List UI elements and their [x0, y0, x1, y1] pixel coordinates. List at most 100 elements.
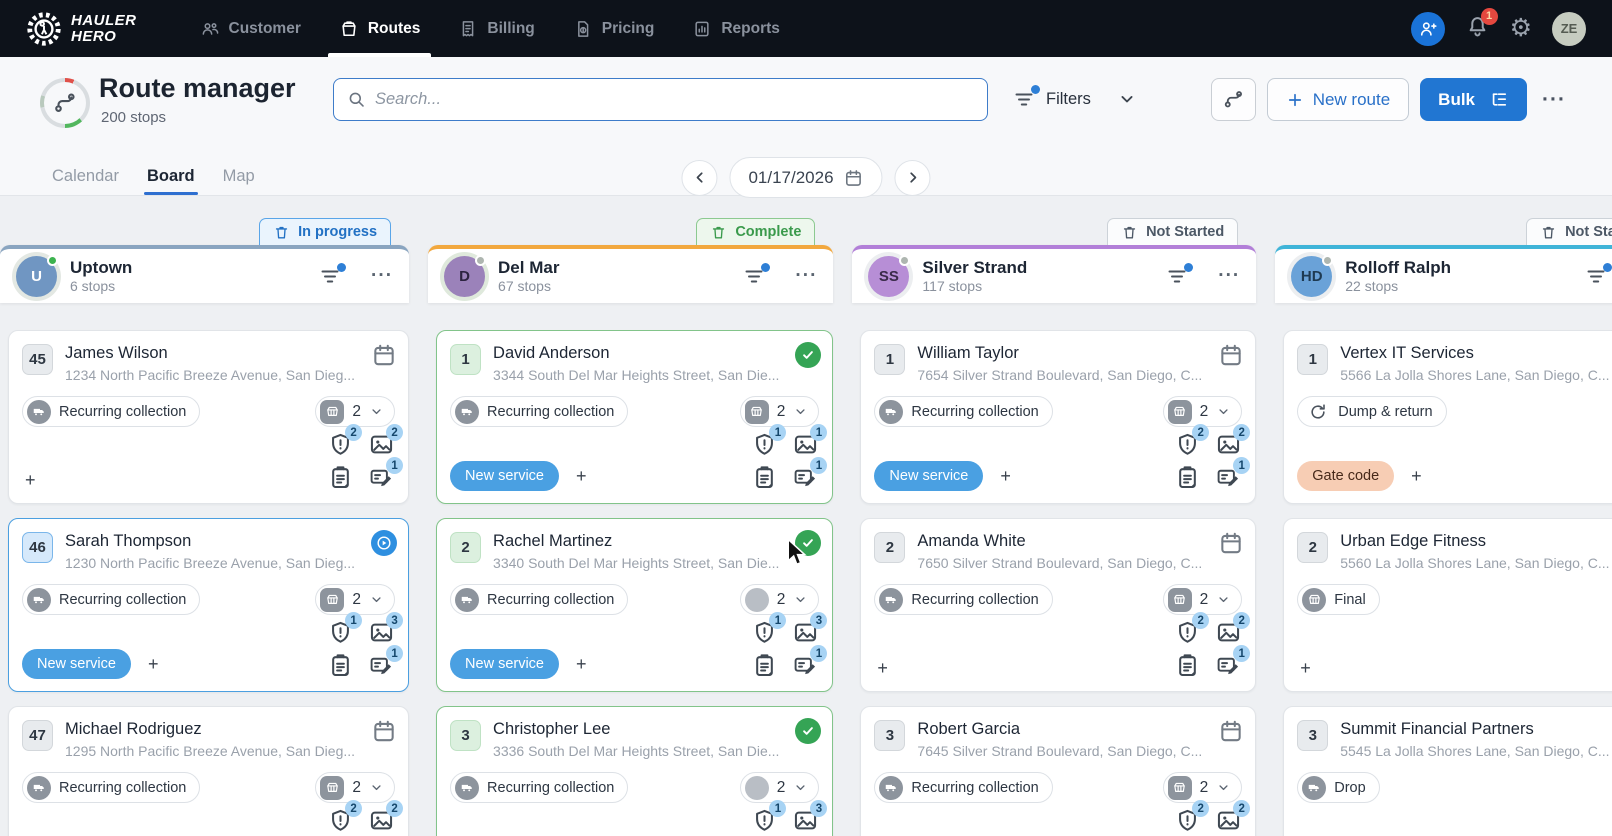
- column-header[interactable]: SS Silver Strand 117 stops ···: [852, 245, 1257, 303]
- nav-item-reports[interactable]: Reports: [673, 0, 799, 57]
- stop-card[interactable]: 3 Christopher Lee 3336 South Del Mar Hei…: [436, 706, 834, 836]
- prev-day-button[interactable]: [681, 159, 718, 196]
- settings-button[interactable]: ⚙: [1510, 16, 1532, 41]
- column-header[interactable]: D Del Mar 67 stops ···: [428, 245, 834, 303]
- container-qty-dropdown[interactable]: 2: [315, 584, 396, 615]
- signature-icon[interactable]: 1: [792, 457, 828, 491]
- add-tag-button[interactable]: +: [573, 654, 590, 675]
- chevron-down-icon: [793, 404, 808, 419]
- shield-alert-icon[interactable]: 2: [1174, 424, 1210, 458]
- photo-icon[interactable]: 2: [1215, 800, 1251, 834]
- schedule-calendar-icon[interactable]: [1218, 530, 1244, 556]
- column-more-button[interactable]: ···: [795, 265, 817, 287]
- add-tag-button[interactable]: +: [145, 654, 162, 675]
- photo-icon[interactable]: 3: [792, 800, 828, 834]
- column-filter-button[interactable]: [1584, 263, 1612, 288]
- stop-card[interactable]: 46 Sarah Thompson 1230 North Pacific Bre…: [8, 518, 410, 692]
- new-route-button[interactable]: New route: [1266, 78, 1410, 121]
- column-more-button[interactable]: ···: [1218, 265, 1240, 287]
- add-tag-button[interactable]: +: [573, 466, 590, 487]
- nav-item-routes[interactable]: Routes: [320, 0, 440, 57]
- stop-card[interactable]: 2 Urban Edge Fitness 5560 La Jolla Shore…: [1283, 518, 1612, 692]
- add-tag-button[interactable]: +: [22, 470, 39, 491]
- clipboard-icon[interactable]: [1174, 464, 1201, 491]
- schedule-calendar-icon[interactable]: [371, 342, 397, 368]
- service-type-pill: Recurring collection: [22, 584, 201, 615]
- stop-card[interactable]: 45 James Wilson 1234 North Pacific Breez…: [8, 330, 410, 504]
- photo-icon[interactable]: 2: [368, 800, 404, 834]
- container-qty-dropdown[interactable]: 2: [1162, 396, 1243, 427]
- signature-icon[interactable]: 1: [368, 645, 404, 679]
- shield-alert-icon[interactable]: 1: [751, 424, 787, 458]
- schedule-calendar-icon[interactable]: [1218, 718, 1244, 744]
- nav-item-billing[interactable]: Billing: [439, 0, 553, 57]
- photo-icon[interactable]: 3: [792, 612, 828, 646]
- stop-card[interactable]: 1 David Anderson 3344 South Del Mar Heig…: [436, 330, 834, 504]
- shield-alert-icon[interactable]: 2: [1174, 612, 1210, 646]
- add-tag-button[interactable]: +: [874, 658, 891, 679]
- signature-icon[interactable]: 1: [1215, 645, 1251, 679]
- container-qty-dropdown[interactable]: 2: [739, 396, 820, 427]
- tab-map[interactable]: Map: [223, 167, 255, 195]
- signature-icon[interactable]: 1: [368, 457, 404, 491]
- schedule-calendar-icon[interactable]: [1218, 342, 1244, 368]
- tab-board[interactable]: Board: [143, 167, 198, 195]
- container-qty-dropdown[interactable]: 2: [739, 772, 820, 803]
- clipboard-icon[interactable]: [1174, 652, 1201, 679]
- shield-alert-icon[interactable]: 1: [327, 612, 363, 646]
- container-qty-dropdown[interactable]: 2: [315, 772, 396, 803]
- container-qty-dropdown[interactable]: 2: [1162, 584, 1243, 615]
- stop-card[interactable]: 3 Robert Garcia 7645 Silver Strand Boule…: [860, 706, 1257, 836]
- schedule-calendar-icon[interactable]: [371, 718, 397, 744]
- shield-alert-icon[interactable]: 1: [751, 800, 787, 834]
- filters-control[interactable]: Filters: [1012, 85, 1137, 111]
- notifications-button[interactable]: 1: [1465, 7, 1498, 44]
- signature-icon[interactable]: 1: [1215, 457, 1251, 491]
- column-header[interactable]: U Uptown 6 stops ···: [0, 245, 410, 303]
- column-more-button[interactable]: ···: [371, 265, 393, 287]
- nav-item-customer[interactable]: Customer: [181, 0, 320, 57]
- user-avatar[interactable]: ZE: [1552, 11, 1586, 46]
- add-tag-button[interactable]: +: [1408, 466, 1425, 487]
- stop-card[interactable]: 1 Vertex IT Services 5566 La Jolla Shore…: [1283, 330, 1612, 504]
- shield-alert-icon[interactable]: 2: [327, 800, 363, 834]
- brand-logo[interactable]: HAULER HERO: [26, 11, 137, 47]
- next-day-button[interactable]: [894, 159, 931, 196]
- date-picker[interactable]: 01/17/2026: [729, 157, 883, 198]
- container-qty-dropdown[interactable]: 2: [739, 584, 820, 615]
- container-qty-dropdown[interactable]: 2: [1162, 772, 1243, 803]
- shield-alert-icon[interactable]: 2: [327, 424, 363, 458]
- search-input[interactable]: [375, 90, 974, 109]
- photo-icon[interactable]: 2: [1215, 424, 1251, 458]
- photo-icon[interactable]: 2: [368, 424, 404, 458]
- stop-card[interactable]: 2 Amanda White 7650 Silver Strand Boulev…: [860, 518, 1257, 692]
- photo-icon[interactable]: 1: [792, 424, 828, 458]
- route-view-button[interactable]: [1210, 78, 1256, 121]
- stop-card[interactable]: 2 Rachel Martinez 3340 South Del Mar Hei…: [436, 518, 834, 692]
- bulk-button[interactable]: Bulk: [1420, 78, 1528, 121]
- stop-card[interactable]: 3 Summit Financial Partners 5545 La Joll…: [1283, 706, 1612, 836]
- shield-alert-icon[interactable]: 1: [751, 612, 787, 646]
- photo-icon[interactable]: 2: [1215, 612, 1251, 646]
- signature-icon[interactable]: 1: [792, 645, 828, 679]
- shield-alert-icon[interactable]: 2: [1174, 800, 1210, 834]
- column-header[interactable]: HD Rolloff Ralph 22 stops ···: [1275, 245, 1612, 303]
- container-qty-dropdown[interactable]: 2: [315, 396, 396, 427]
- stop-card[interactable]: 1 William Taylor 7654 Silver Strand Boul…: [860, 330, 1257, 504]
- clipboard-icon[interactable]: [751, 464, 778, 491]
- column-filter-button[interactable]: [318, 263, 347, 288]
- add-tag-button[interactable]: +: [997, 466, 1014, 487]
- header-more-button[interactable]: ···: [1538, 88, 1570, 112]
- add-user-button[interactable]: [1410, 11, 1445, 46]
- nav-item-pricing[interactable]: Pricing: [554, 0, 674, 57]
- route-icon: [52, 90, 78, 116]
- tab-calendar[interactable]: Calendar: [52, 167, 119, 195]
- photo-icon[interactable]: 3: [368, 612, 404, 646]
- column-filter-button[interactable]: [742, 263, 771, 288]
- clipboard-icon[interactable]: [327, 652, 354, 679]
- clipboard-icon[interactable]: [327, 464, 354, 491]
- add-tag-button[interactable]: +: [1297, 658, 1314, 679]
- clipboard-icon[interactable]: [751, 652, 778, 679]
- column-filter-button[interactable]: [1165, 263, 1194, 288]
- stop-card[interactable]: 47 Michael Rodriguez 1295 North Pacific …: [8, 706, 410, 836]
